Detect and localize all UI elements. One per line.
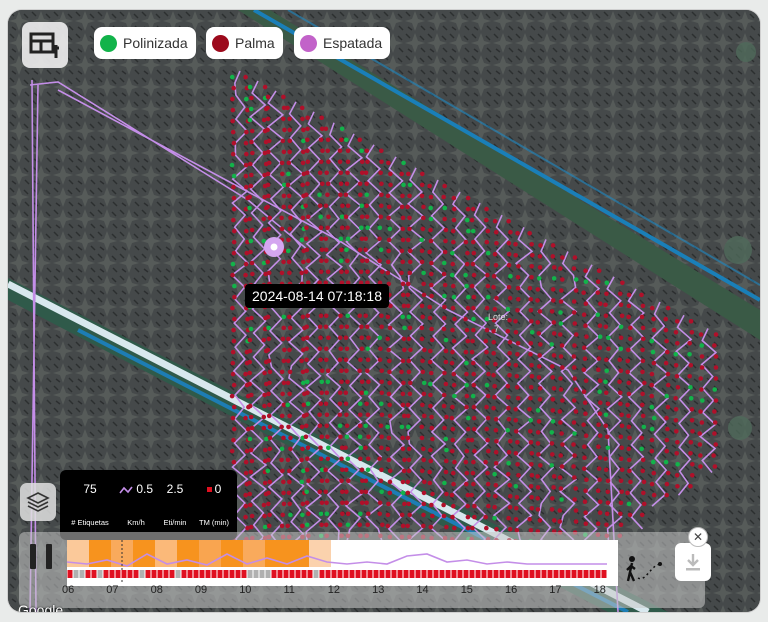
activity-timeline[interactable] bbox=[67, 540, 618, 586]
add-table-button[interactable] bbox=[22, 22, 68, 68]
hour-tick-label: 07 bbox=[106, 584, 119, 596]
stat-label: Eti/min bbox=[163, 518, 187, 527]
legend-espatada[interactable]: Espatada bbox=[294, 27, 391, 59]
download-icon bbox=[686, 554, 700, 571]
hour-tick-label: 16 bbox=[505, 584, 518, 596]
pause-icon bbox=[46, 544, 52, 569]
lot-label-text: Lote: bbox=[488, 312, 508, 322]
hour-tick-label: 18 bbox=[593, 584, 606, 596]
legend-polinizada[interactable]: Polinizada bbox=[94, 27, 196, 59]
map-frame: Lote: 7 Polinizada Palma Espatada 2024-0… bbox=[8, 10, 760, 612]
close-button[interactable]: ✕ bbox=[688, 527, 708, 547]
hour-tick-label: 09 bbox=[194, 584, 208, 596]
hour-tick-label: 08 bbox=[150, 584, 163, 596]
playback-bar: 06 07 08 09 10 11 12 13 14 15 16 17 18 bbox=[19, 532, 711, 608]
timestamp-tooltip: 2024-08-14 07:18:18 bbox=[245, 284, 389, 308]
pause-icon bbox=[30, 544, 36, 569]
espatada-dot bbox=[300, 34, 317, 52]
polinizada-dot bbox=[100, 34, 117, 52]
position-marker-center bbox=[270, 243, 278, 251]
stat-etiquetas: 75 # Etiquetas bbox=[70, 482, 110, 527]
stat-tm: 0 TM (min) bbox=[194, 482, 234, 527]
hour-tick-label: 10 bbox=[239, 584, 252, 596]
hour-tick-label: 15 bbox=[460, 584, 473, 596]
stat-eti-min: 2.5 Eti/min bbox=[156, 482, 194, 527]
stats-panel: 75 # Etiquetas 0.5 Km/h 2.5 Eti/min 0 TM… bbox=[60, 470, 237, 540]
legend-label: Espatada bbox=[323, 35, 383, 51]
tm-marker-icon bbox=[206, 487, 212, 493]
layers-button[interactable] bbox=[20, 483, 56, 521]
hour-tick-label: 17 bbox=[549, 584, 562, 596]
legend-label: Polinizada bbox=[123, 35, 188, 51]
walking-person-icon[interactable] bbox=[624, 554, 664, 584]
legend-palma[interactable]: Palma bbox=[206, 27, 283, 59]
hour-tick-label: 11 bbox=[283, 584, 295, 596]
stat-value: 2.5 bbox=[166, 482, 184, 496]
stat-value: 0 bbox=[214, 482, 222, 496]
hour-tick-label: 14 bbox=[416, 584, 429, 596]
pause-button[interactable] bbox=[30, 544, 52, 576]
google-attribution: Google bbox=[18, 602, 64, 612]
speed-line-icon bbox=[119, 486, 133, 494]
hour-tick-label: 06 bbox=[62, 584, 75, 596]
stat-value: 75 bbox=[83, 482, 97, 496]
stat-label: Km/h bbox=[127, 518, 145, 527]
stat-label: # Etiquetas bbox=[71, 518, 109, 527]
layers-icon bbox=[26, 492, 50, 512]
stat-label: TM (min) bbox=[199, 518, 229, 527]
close-icon: ✕ bbox=[692, 530, 704, 544]
stat-speed: 0.5 Km/h bbox=[116, 482, 156, 527]
legend-label: Palma bbox=[235, 35, 275, 51]
download-button[interactable] bbox=[675, 543, 711, 581]
stat-value: 0.5 bbox=[136, 482, 154, 496]
hour-tick-label: 13 bbox=[372, 584, 385, 596]
table-add-icon bbox=[29, 32, 59, 58]
lot-label-value: 7 bbox=[494, 324, 499, 334]
palma-dot bbox=[212, 34, 229, 52]
hour-tick-label: 12 bbox=[327, 584, 341, 596]
